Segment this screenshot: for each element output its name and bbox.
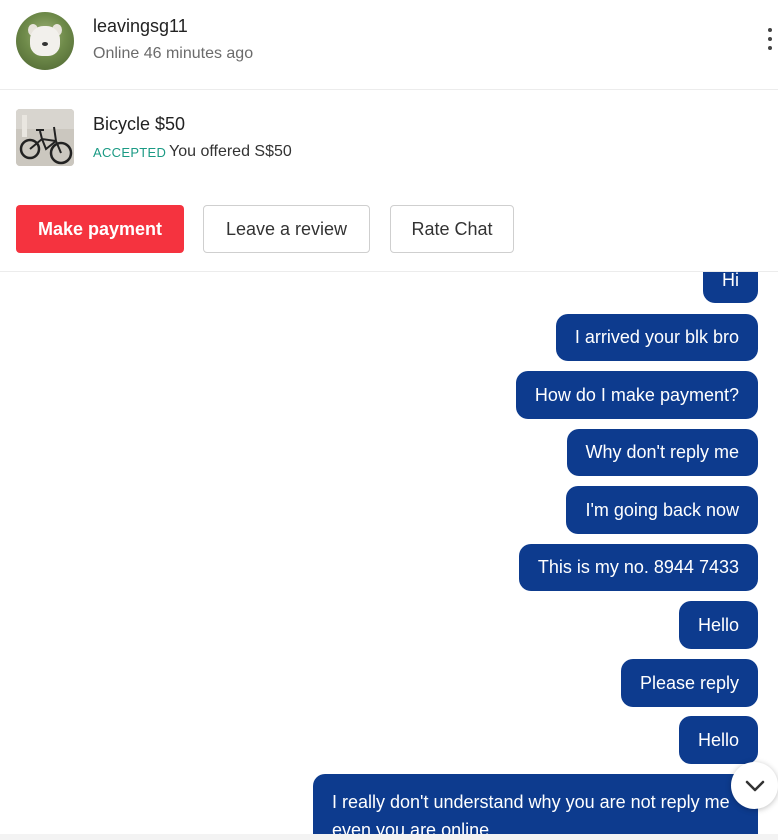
status-badge: ACCEPTED [93, 145, 167, 160]
message-bubble: How do I make payment? [515, 371, 758, 419]
chat-header: leavingsg11 Online 46 minutes ago [0, 0, 778, 90]
message-bubble: I'm going back now [566, 486, 758, 534]
message-bubble: Hi [703, 272, 758, 303]
input-area-edge [0, 834, 778, 840]
leave-review-button[interactable]: Leave a review [203, 205, 370, 253]
offer-text: You offered S$50 [169, 143, 292, 160]
bicycle-icon [16, 109, 74, 166]
chat-page: leavingsg11 Online 46 minutes ago Bicycl… [0, 0, 778, 840]
online-status: Online 46 minutes ago [93, 45, 254, 62]
dog-avatar-icon [30, 26, 60, 56]
rate-chat-button[interactable]: Rate Chat [390, 205, 514, 253]
listing-thumbnail[interactable] [16, 109, 74, 166]
message-bubble: I really don't understand why you are no… [313, 774, 758, 834]
chevron-down-icon [745, 780, 764, 791]
message-bubble: I arrived your blk bro [555, 314, 758, 361]
scroll-down-button[interactable] [731, 762, 778, 809]
message-bubble: Hello [678, 716, 758, 764]
message-bubble: Please reply [620, 659, 758, 707]
more-vertical-icon[interactable] [762, 28, 778, 50]
make-payment-button[interactable]: Make payment [16, 205, 184, 253]
username[interactable]: leavingsg11 [93, 16, 188, 37]
avatar-nose [42, 42, 48, 46]
message-bubble: Hello [678, 601, 758, 649]
message-list[interactable]: Hi I arrived your blk bro How do I make … [0, 272, 778, 834]
message-bubble: Why don't reply me [566, 429, 758, 476]
message-bubble: This is my no. 8944 7433 [518, 544, 758, 591]
avatar[interactable] [16, 12, 74, 70]
listing-title[interactable]: Bicycle $50 [93, 114, 185, 135]
